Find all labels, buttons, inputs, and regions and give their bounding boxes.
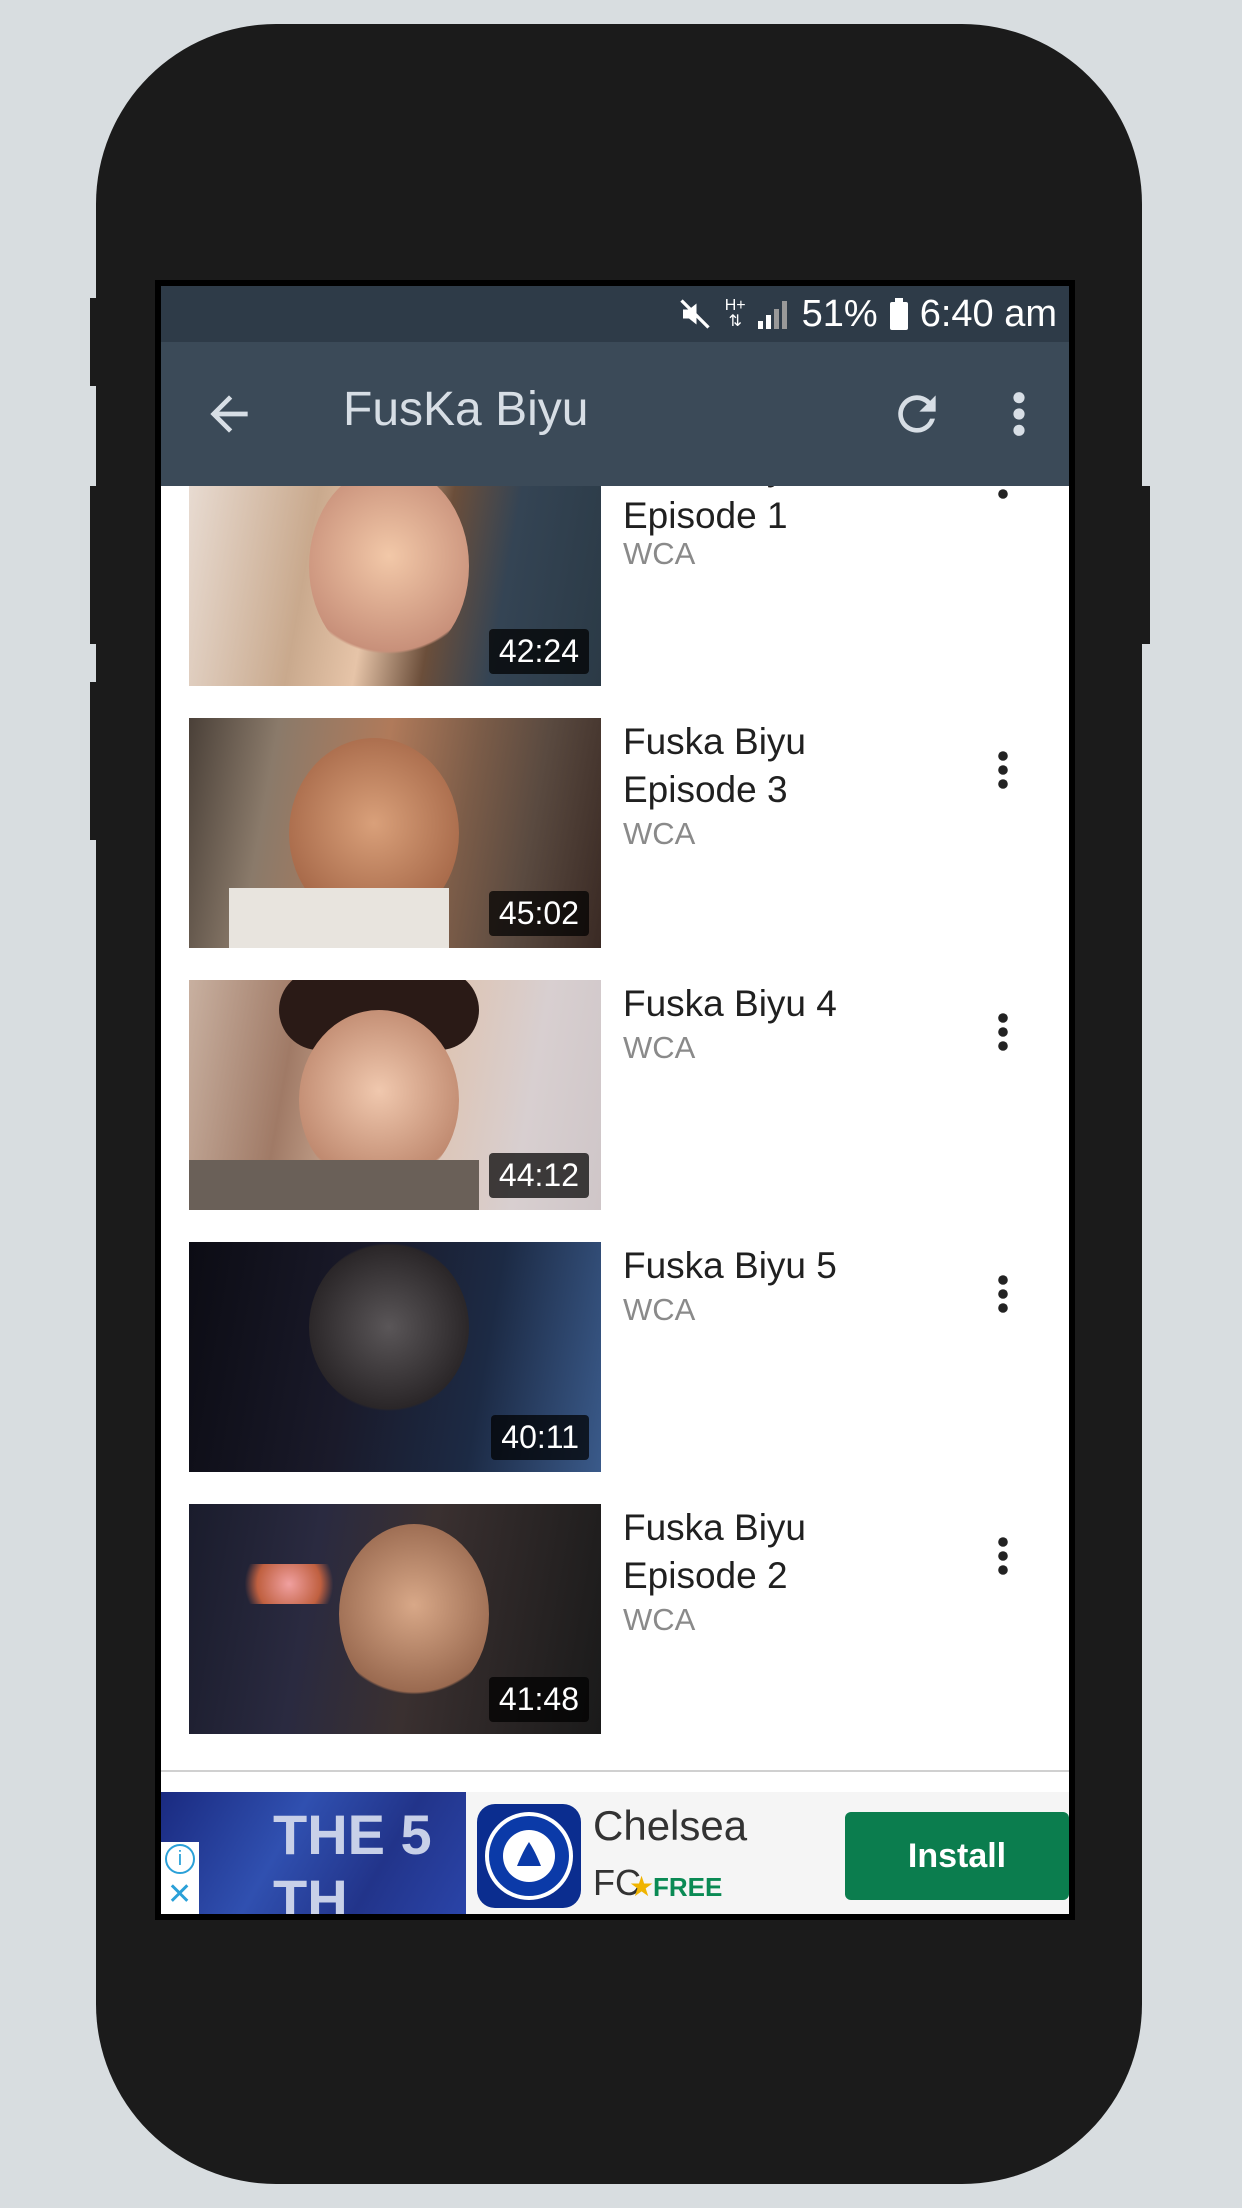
video-item[interactable]: 41:48 Fuska Biyu Episode 2 WCA xyxy=(161,1504,1069,1736)
video-title: Fuska Biyu 5 xyxy=(623,1245,837,1286)
phone-screen: H+ ⇅ 51% 6:40 am FusKa Biyu 42:24 Episod… xyxy=(155,280,1075,1920)
video-title: Fuska Biyu Episode 2 xyxy=(623,1507,807,1596)
video-more-icon[interactable] xyxy=(993,486,1013,504)
chelsea-logo[interactable] xyxy=(477,1804,581,1908)
battery-icon xyxy=(889,298,908,330)
video-duration: 40:11 xyxy=(491,1415,589,1460)
ad-image[interactable]: THE 5 TH STAND xyxy=(161,1792,466,1914)
video-thumbnail[interactable]: 45:02 xyxy=(189,718,601,948)
video-duration: 44:12 xyxy=(488,1153,589,1198)
video-thumbnail[interactable]: 40:11 xyxy=(189,1242,601,1472)
video-more-icon[interactable] xyxy=(993,1008,1013,1056)
info-icon[interactable]: i xyxy=(165,1844,195,1874)
video-item[interactable]: 44:12 Fuska Biyu 4 WCA xyxy=(161,980,1069,1212)
video-more-icon[interactable] xyxy=(993,1270,1013,1318)
status-bar: H+ ⇅ 51% 6:40 am xyxy=(161,286,1069,342)
video-thumbnail[interactable]: 42:24 xyxy=(189,486,601,686)
install-button[interactable]: Install xyxy=(845,1812,1069,1900)
ad-image-text: THE 5 TH STAND xyxy=(273,1803,432,1914)
video-title: Fuska Biyu Episode 3 xyxy=(623,721,807,810)
video-channel: WCA xyxy=(623,1602,696,1637)
phone-side-button xyxy=(1138,486,1150,644)
phone-side-button xyxy=(90,486,100,644)
mute-icon xyxy=(677,296,713,332)
signal-icon xyxy=(757,299,790,329)
video-duration: 41:48 xyxy=(488,1677,589,1722)
refresh-icon[interactable] xyxy=(889,386,945,442)
video-more-icon[interactable] xyxy=(993,1532,1013,1580)
close-ad-icon[interactable]: ✕ xyxy=(167,1880,192,1910)
page-title: FusKa Biyu xyxy=(343,383,589,436)
divider xyxy=(161,1770,1069,1772)
video-channel: WCA xyxy=(623,1030,696,1065)
phone-side-button xyxy=(90,298,100,386)
overflow-menu-icon[interactable] xyxy=(1009,386,1029,442)
ad-price: FREE xyxy=(653,1872,723,1902)
battery-percentage: 51% xyxy=(801,292,878,335)
clock: 6:40 am xyxy=(919,292,1057,335)
video-thumbnail[interactable]: 44:12 xyxy=(189,980,601,1210)
phone-side-button xyxy=(90,682,100,840)
video-title: Fuska Biyu Episode 1 xyxy=(623,486,806,536)
video-item[interactable]: 45:02 Fuska Biyu Episode 3 WCA xyxy=(161,718,1069,950)
video-channel: WCA xyxy=(623,1292,696,1327)
video-item[interactable]: 40:11 Fuska Biyu 5 WCA xyxy=(161,1242,1069,1474)
video-more-icon[interactable] xyxy=(993,746,1013,794)
video-title: Fuska Biyu 4 xyxy=(623,983,837,1024)
star-icon: ★ xyxy=(629,1871,655,1902)
ad-banner[interactable]: THE 5 TH STAND i ✕ Chelsea FC ★ FREE Ins… xyxy=(161,1792,1069,1914)
back-arrow-icon[interactable] xyxy=(201,386,257,442)
video-duration: 42:24 xyxy=(488,629,589,674)
video-channel: WCA xyxy=(623,816,696,851)
ad-info-area: i ✕ xyxy=(161,1842,199,1914)
network-type-indicator: H+ ⇅ xyxy=(724,297,746,330)
ad-app-name[interactable]: Chelsea xyxy=(593,1802,747,1850)
video-duration: 45:02 xyxy=(488,891,589,936)
video-list: 42:24 Fuska Biyu Episode 1 WCA 45:02 Fus… xyxy=(161,486,1069,1766)
video-thumbnail[interactable]: 41:48 xyxy=(189,1504,601,1734)
video-channel: WCA xyxy=(623,536,696,571)
app-bar: FusKa Biyu xyxy=(161,342,1069,486)
video-item[interactable]: 42:24 Fuska Biyu Episode 1 WCA xyxy=(161,486,1069,688)
